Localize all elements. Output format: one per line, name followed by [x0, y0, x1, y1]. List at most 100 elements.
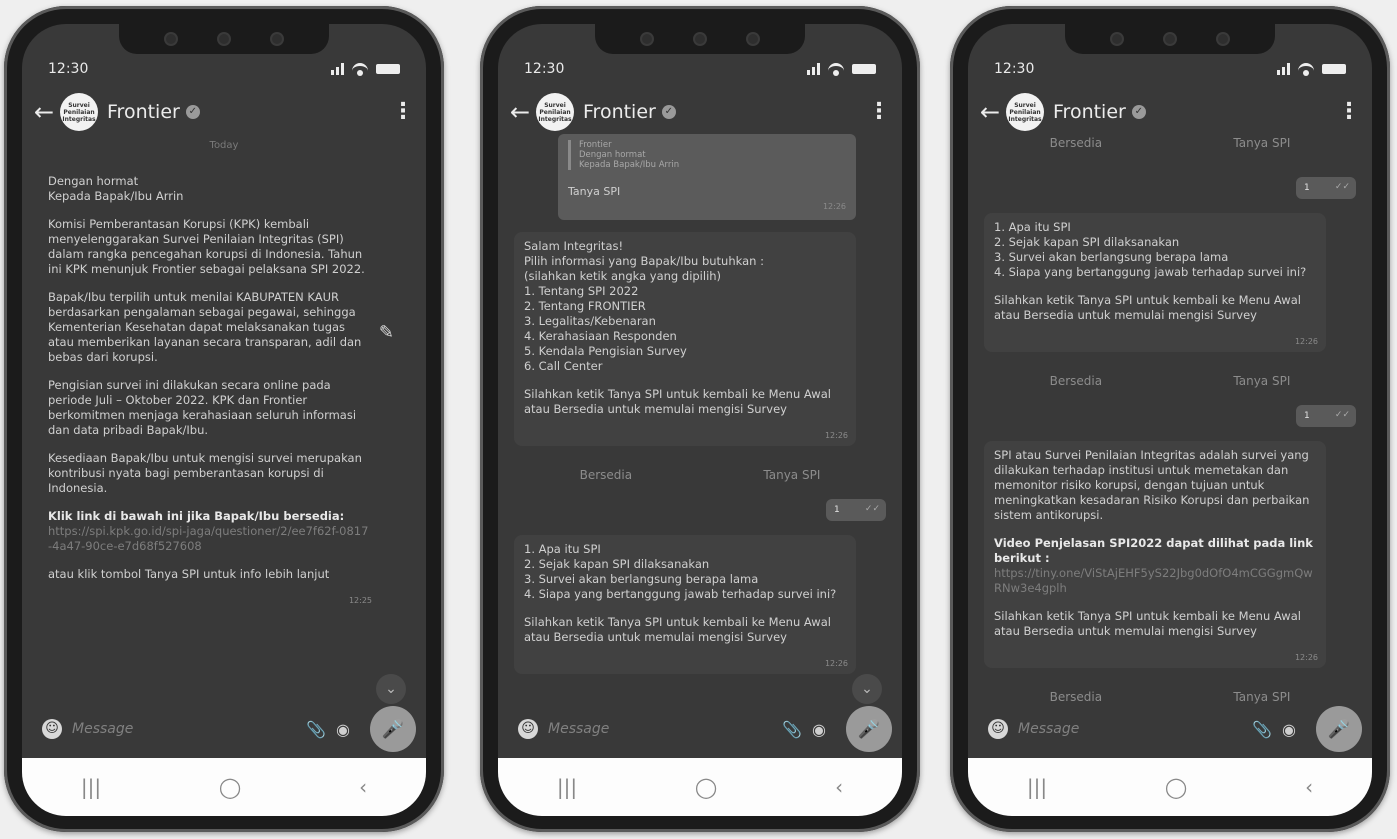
back-arrow-icon[interactable]: ←: [34, 98, 56, 126]
signal-icon: [331, 63, 344, 75]
incoming-message: SPI atau Survei Penilaian Integritas ada…: [984, 441, 1326, 668]
home-icon[interactable]: ◯: [1165, 775, 1187, 799]
incoming-message: 1. Apa itu SPI 2. Sejak kapan SPI dilaks…: [514, 535, 856, 674]
instruction-text: Silahkan ketik Tanya SPI untuk kembali k…: [524, 387, 831, 416]
wifi-icon: [828, 63, 844, 76]
scroll-down-icon[interactable]: ⌄: [376, 674, 406, 704]
tanya-spi-button[interactable]: Tanya SPI: [1233, 374, 1290, 389]
chat-area[interactable]: Bersedia Tanya SPI 1 ✓✓ 1. Apa itu SPI 2…: [968, 134, 1372, 712]
message-placeholder[interactable]: Message: [548, 721, 772, 737]
composer: ☺ Message 📎 ◉ 🎤: [32, 706, 416, 752]
message-input[interactable]: ☺ Message 📎 ◉: [32, 708, 360, 750]
avatar[interactable]: Survei Penilaian Integritas: [1006, 93, 1044, 131]
back-arrow-icon[interactable]: ←: [510, 98, 532, 126]
wifi-icon: [352, 63, 368, 76]
more-options-icon[interactable]: ⋮: [392, 101, 414, 123]
chat-header: ← Survei Penilaian Integritas Frontier ✓…: [22, 90, 426, 134]
read-ticks-icon: ✓✓: [1334, 182, 1350, 192]
outgoing-text: 1: [1304, 410, 1310, 421]
message-time: 12:26: [824, 431, 848, 440]
mic-button[interactable]: 🎤: [370, 706, 416, 752]
menu-option: 3. Survei akan berlangsung berapa lama: [524, 572, 759, 586]
tanya-spi-button[interactable]: Tanya SPI: [763, 468, 820, 483]
menu-option: 2. Tentang FRONTIER: [524, 299, 646, 313]
menu-option: 4. Siapa yang bertanggung jawab terhadap…: [524, 587, 837, 601]
message-time: 12:26: [824, 659, 848, 668]
menu-option: 4. Siapa yang bertanggung jawab terhadap…: [994, 265, 1307, 279]
chat-area[interactable]: Frontier Dengan hormat Kepada Bapak/Ibu …: [498, 134, 902, 712]
android-navbar: ||| ◯ ‹: [968, 758, 1372, 816]
wifi-icon: [1298, 63, 1314, 76]
bersedia-button[interactable]: Bersedia: [580, 468, 633, 483]
signal-icon: [1277, 63, 1290, 75]
contact-name[interactable]: Frontier: [1053, 101, 1126, 123]
attach-icon[interactable]: 📎: [1252, 720, 1272, 739]
attach-icon[interactable]: 📎: [306, 720, 326, 739]
status-bar: 12:30: [994, 60, 1346, 78]
back-nav-icon[interactable]: ‹: [835, 775, 843, 799]
home-icon[interactable]: ◯: [219, 775, 241, 799]
avatar[interactable]: Survei Penilaian Integritas: [60, 93, 98, 131]
emoji-icon[interactable]: ☺: [988, 719, 1008, 739]
bersedia-button[interactable]: Bersedia: [1050, 136, 1103, 151]
incoming-message: Salam Integritas! Pilih informasi yang B…: [514, 232, 856, 446]
message-time: 12:26: [822, 202, 846, 211]
back-nav-icon[interactable]: ‹: [1305, 775, 1313, 799]
avatar[interactable]: Survei Penilaian Integritas: [536, 93, 574, 131]
chat-area[interactable]: Today Dengan hormat Kepada Bapak/Ibu Arri…: [22, 138, 426, 712]
attach-icon[interactable]: 📎: [782, 720, 802, 739]
emoji-icon[interactable]: ☺: [42, 719, 62, 739]
bersedia-button[interactable]: Bersedia: [1050, 374, 1103, 389]
recents-icon[interactable]: |||: [1027, 775, 1047, 799]
phone-2: 12:30 ← Survei Penilaian Integritas Fron…: [480, 6, 920, 832]
tanya-spi-button[interactable]: Tanya SPI: [1233, 136, 1290, 151]
video-link[interactable]: https://tiny.one/ViStAjEHF5yS22Jbg0dOfO4…: [994, 566, 1316, 596]
home-icon[interactable]: ◯: [695, 775, 717, 799]
message-line: (silahkan ketik angka yang dipilih): [524, 269, 722, 283]
camera-icon[interactable]: ◉: [1282, 720, 1296, 739]
message-placeholder[interactable]: Message: [1018, 721, 1242, 737]
recents-icon[interactable]: |||: [557, 775, 577, 799]
verified-badge-icon: ✓: [1131, 105, 1146, 119]
mic-button[interactable]: 🎤: [1316, 706, 1362, 752]
screen: 12:30 ← Survei Penilaian Integritas Fron…: [498, 24, 902, 816]
verified-badge-icon: ✓: [661, 105, 676, 119]
contact-name[interactable]: Frontier: [107, 101, 180, 123]
camera-icon[interactable]: ◉: [336, 720, 350, 739]
message-paragraph: Komisi Pemberantasan Korupsi (KPK) kemba…: [48, 217, 365, 276]
bersedia-button[interactable]: Bersedia: [1050, 690, 1103, 705]
signal-icon: [807, 63, 820, 75]
emoji-icon[interactable]: ☺: [518, 719, 538, 739]
quick-reply-row: Bersedia Tanya SPI: [984, 362, 1356, 405]
more-options-icon[interactable]: ⋮: [1338, 101, 1360, 123]
quick-reply-row: Bersedia Tanya SPI: [514, 456, 886, 499]
android-navbar: ||| ◯ ‹: [22, 758, 426, 816]
message-line: Pilih informasi yang Bapak/Ibu butuhkan …: [524, 254, 764, 268]
greeting-text: Dengan hormat: [48, 174, 139, 188]
message-input[interactable]: ☺ Message 📎 ◉: [508, 708, 836, 750]
camera-notch: [119, 24, 329, 54]
message-paragraph: atau klik tombol Tanya SPI untuk info le…: [48, 567, 330, 581]
menu-option: 4. Kerahasiaan Responden: [524, 329, 677, 343]
status-time: 12:30: [524, 61, 565, 77]
back-nav-icon[interactable]: ‹: [359, 775, 367, 799]
chat-header: ← Survei Penilaian Integritas Frontier ✓…: [968, 90, 1372, 134]
scroll-down-icon[interactable]: ⌄: [852, 674, 882, 704]
instruction-text: Silahkan ketik Tanya SPI untuk kembali k…: [524, 615, 831, 644]
camera-notch: [595, 24, 805, 54]
more-options-icon[interactable]: ⋮: [868, 101, 890, 123]
camera-icon[interactable]: ◉: [812, 720, 826, 739]
back-arrow-icon[interactable]: ←: [980, 98, 1002, 126]
status-bar: 12:30: [48, 60, 400, 78]
android-navbar: ||| ◯ ‹: [498, 758, 902, 816]
quoted-message[interactable]: Frontier Dengan hormat Kepada Bapak/Ibu …: [568, 140, 846, 170]
tanya-spi-button[interactable]: Tanya SPI: [1233, 690, 1290, 705]
edit-pencil-icon[interactable]: ✎: [379, 322, 394, 343]
contact-name[interactable]: Frontier: [583, 101, 656, 123]
survey-link[interactable]: https://spi.kpk.go.id/spi-jaga/questione…: [48, 524, 370, 554]
menu-option: 1. Apa itu SPI: [994, 220, 1071, 234]
message-placeholder[interactable]: Message: [72, 721, 296, 737]
mic-button[interactable]: 🎤: [846, 706, 892, 752]
message-input[interactable]: ☺ Message 📎 ◉: [978, 708, 1306, 750]
recents-icon[interactable]: |||: [81, 775, 101, 799]
